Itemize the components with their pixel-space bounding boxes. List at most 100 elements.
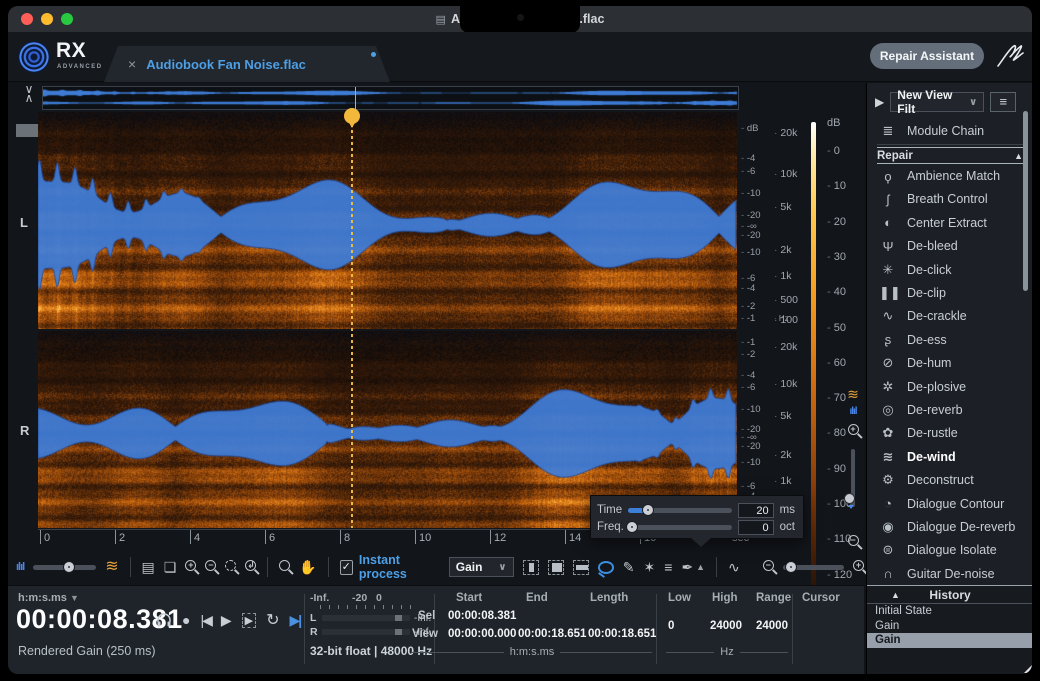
tab-close-icon[interactable]: × (128, 56, 136, 72)
record-button[interactable]: ● (182, 612, 190, 628)
freq-unit: oct (780, 521, 795, 533)
vertical-zoom-knob[interactable] (844, 493, 855, 504)
wand-settings-icon[interactable]: ≡ (664, 559, 672, 575)
freq-slider[interactable] (628, 525, 732, 530)
module-item[interactable]: ∿ De-crackle (867, 305, 1032, 328)
view-filter-select[interactable]: New View Filt∨ (890, 92, 984, 112)
sidebar-menu-button[interactable]: ≡ (990, 92, 1016, 112)
module-item[interactable]: ◉ Dialogue De-reverb (867, 515, 1032, 538)
waveform-view-icon[interactable]: ılıl (842, 406, 864, 417)
time-format-selector[interactable]: h:m:s.ms ▼ (18, 592, 79, 604)
magic-wand-tool[interactable]: ✶ (644, 559, 656, 575)
module-item[interactable]: ʂ De-ess (867, 328, 1032, 351)
horizontal-zoom-slider[interactable] (783, 565, 844, 570)
zoom-out-vertical-icon[interactable]: − (842, 534, 864, 549)
playhead-pin[interactable] (344, 108, 360, 124)
hzoom-out-icon[interactable]: − (763, 558, 774, 576)
view-blend-knob[interactable] (63, 561, 75, 573)
module-item[interactable]: ∩ Guitar De-noise (867, 562, 1032, 585)
overview-collapse-icon[interactable]: ∨∧ (20, 85, 38, 103)
module-item[interactable]: ⚙ Deconstruct (867, 468, 1032, 491)
module-item[interactable]: ◎ De-reverb (867, 398, 1032, 421)
play-to-end-button[interactable]: ▶| (290, 612, 301, 629)
scale-tick-label: 2k (774, 244, 792, 256)
spectrogram-left-channel[interactable] (38, 112, 737, 329)
play-button[interactable]: ▶ (221, 612, 232, 629)
time-selection-tool[interactable] (523, 560, 539, 575)
search-icon[interactable] (279, 558, 290, 576)
waveform-view-toggle-icon[interactable]: ılıl (16, 559, 24, 575)
module-item[interactable]: ❚❚ De-clip (867, 281, 1032, 304)
rx-scribble-icon[interactable] (994, 40, 1026, 72)
instant-process-checkbox[interactable]: ✓ (340, 560, 353, 575)
time-frequency-selection-tool[interactable] (548, 560, 564, 575)
preview-play-icon[interactable]: ▶ (875, 95, 884, 109)
module-select[interactable]: Gain∨ (449, 557, 514, 577)
caret-down-icon: ▼ (70, 593, 79, 603)
zoom-reset-icon[interactable]: ↲ (245, 558, 256, 576)
module-item[interactable]: ≋ De-wind (867, 445, 1032, 468)
module-item[interactable]: ◔ Dialogue Contour (867, 492, 1032, 515)
time-value-field[interactable]: 20 (738, 503, 773, 518)
repair-assistant-button[interactable]: Repair Assistant (870, 43, 984, 69)
module-item[interactable]: ʃ Breath Control (867, 188, 1032, 211)
brush-selection-tool[interactable]: ✎ (623, 559, 635, 575)
time-slider-knob[interactable] (642, 504, 654, 516)
module-item[interactable]: ⊘ De-hum (867, 352, 1032, 375)
file-tab[interactable]: × Audiobook Fan Noise.flac (104, 46, 390, 82)
module-chain-item[interactable]: ≣ Module Chain (867, 119, 1032, 142)
loop-button[interactable]: ↻ (266, 610, 279, 630)
time-slider[interactable] (628, 508, 732, 513)
overview-waveform[interactable] (43, 87, 738, 109)
scale-tick-label: -1 (741, 337, 755, 348)
zoom-out-icon[interactable]: − (205, 558, 216, 576)
curve-tool-icon[interactable]: ∿ (728, 559, 740, 575)
freq-value-field[interactable]: 0 (738, 520, 773, 535)
scale-tick-label: -4 (741, 153, 755, 164)
lasso-selection-tool[interactable] (598, 561, 614, 574)
view-blend-slider[interactable] (33, 565, 96, 570)
zoom-selection-icon[interactable] (225, 558, 236, 576)
history-item[interactable]: Gain (867, 633, 1032, 648)
zoom-in-icon[interactable]: + (185, 558, 196, 576)
module-item-label: De-crackle (907, 309, 967, 323)
history-item[interactable]: Initial State (867, 604, 1032, 619)
frequency-selection-tool[interactable] (573, 560, 589, 575)
clipboard-icon[interactable]: ▤ (142, 559, 155, 575)
collapse-up-icon[interactable]: ▲ (1014, 151, 1023, 161)
zoom-in-vertical-icon[interactable]: + (842, 423, 864, 438)
sidebar-scrollbar[interactable] (1023, 111, 1028, 291)
panel-resize-handle[interactable] (1024, 665, 1032, 673)
freq-slider-knob[interactable] (626, 521, 638, 533)
repair-section-header[interactable]: Repair▲ (877, 147, 1023, 164)
channel-header-chip[interactable] (16, 124, 40, 137)
spectrogram-view-toggle-icon[interactable]: ≋ (105, 559, 118, 575)
horizontal-zoom-knob[interactable] (785, 561, 797, 573)
hand-tool-icon[interactable]: ✋ (299, 559, 316, 575)
module-item[interactable]: ◐ Center Extract (867, 211, 1032, 234)
meter-left-bar (322, 615, 410, 621)
hzoom-in-icon[interactable]: + (853, 558, 864, 576)
meter-scale-max: 0 (376, 592, 382, 604)
module-item[interactable]: ✲ De-plosive (867, 375, 1032, 398)
history-item[interactable]: Gain (867, 619, 1032, 634)
col-range: Range (756, 592, 791, 604)
spectrogram-view-icon[interactable]: ≋ (842, 386, 864, 403)
module-item[interactable]: ✳ De-click (867, 258, 1032, 281)
overview-strip[interactable] (42, 86, 739, 110)
colorbar-tick-label: 40 (827, 286, 846, 298)
feather-tool[interactable]: ✒▲ (681, 559, 705, 575)
module-item[interactable]: ⊜ Dialogue Isolate (867, 539, 1032, 562)
history-title: History (867, 588, 1032, 602)
play-selection-button[interactable]: ▶ (242, 613, 256, 628)
monitor-headphones-icon[interactable] (156, 612, 172, 628)
spectrogram-canvas-left[interactable] (38, 112, 737, 329)
go-to-start-button[interactable]: |◀ (200, 612, 210, 629)
playhead-line[interactable] (351, 112, 353, 528)
scale-tick-label: -20 (741, 210, 761, 221)
module-item[interactable]: ϙ Ambience Match (867, 164, 1032, 187)
comment-icon[interactable]: ❏ (164, 559, 177, 575)
module-item[interactable]: ✿ De-rustle (867, 422, 1032, 445)
instant-process-label[interactable]: Instant process (359, 553, 440, 581)
module-item[interactable]: Ψ De-bleed (867, 235, 1032, 258)
